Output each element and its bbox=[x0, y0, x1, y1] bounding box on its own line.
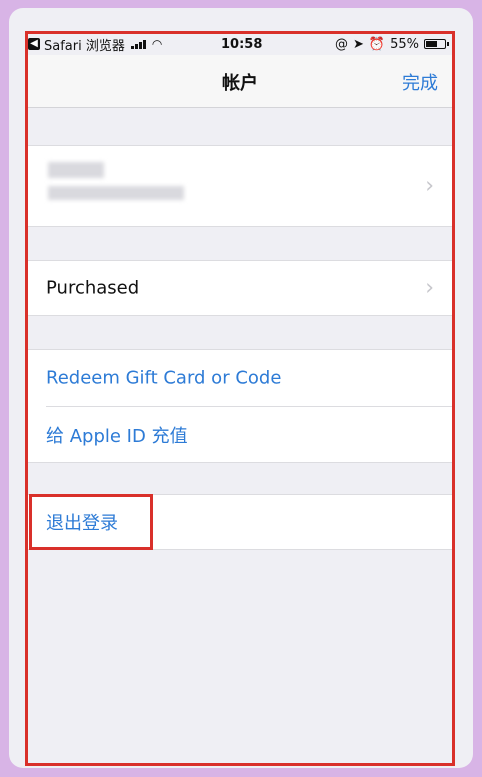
sign-out-button[interactable]: 退出登录 bbox=[46, 509, 118, 535]
add-funds-link[interactable]: 给 Apple ID 充值 bbox=[46, 422, 188, 448]
chevron-right-icon: › bbox=[425, 275, 434, 301]
battery-percent: 55% bbox=[390, 36, 419, 52]
purchased-label: Purchased bbox=[46, 277, 140, 299]
redeem-group: Redeem Gift Card or Code 给 Apple ID 充值 bbox=[28, 349, 452, 463]
status-app-name: Safari 浏览器 bbox=[44, 38, 125, 54]
signal-icon bbox=[130, 39, 146, 49]
location-lock-icon: @ bbox=[335, 36, 348, 52]
back-arrow-icon[interactable]: ◀ bbox=[28, 38, 40, 50]
status-bar: ◀ Safari 浏览器 ◠ 10:58 @ ➤ ⏰ 55% bbox=[28, 35, 452, 54]
account-name-blurred bbox=[48, 162, 104, 178]
sign-out-row[interactable]: 退出登录 bbox=[28, 494, 452, 550]
redeem-row[interactable]: Redeem Gift Card or Code bbox=[28, 350, 452, 406]
redeem-link[interactable]: Redeem Gift Card or Code bbox=[46, 368, 281, 389]
page-title: 帐户 bbox=[222, 73, 258, 94]
account-email-blurred bbox=[48, 186, 184, 200]
navigation-bar: 帐户 完成 bbox=[28, 55, 452, 108]
status-time: 10:58 bbox=[221, 36, 263, 52]
wifi-icon: ◠ bbox=[151, 37, 163, 51]
add-funds-row[interactable]: 给 Apple ID 充值 bbox=[28, 407, 452, 463]
account-row[interactable]: › bbox=[28, 145, 452, 227]
done-button[interactable]: 完成 bbox=[402, 69, 438, 95]
battery-icon bbox=[424, 39, 449, 49]
purchased-row[interactable]: Purchased › bbox=[28, 260, 452, 316]
chevron-right-icon: › bbox=[425, 173, 434, 199]
alarm-icon: ⏰ bbox=[368, 36, 386, 52]
location-arrow-icon: ➤ bbox=[353, 36, 364, 52]
